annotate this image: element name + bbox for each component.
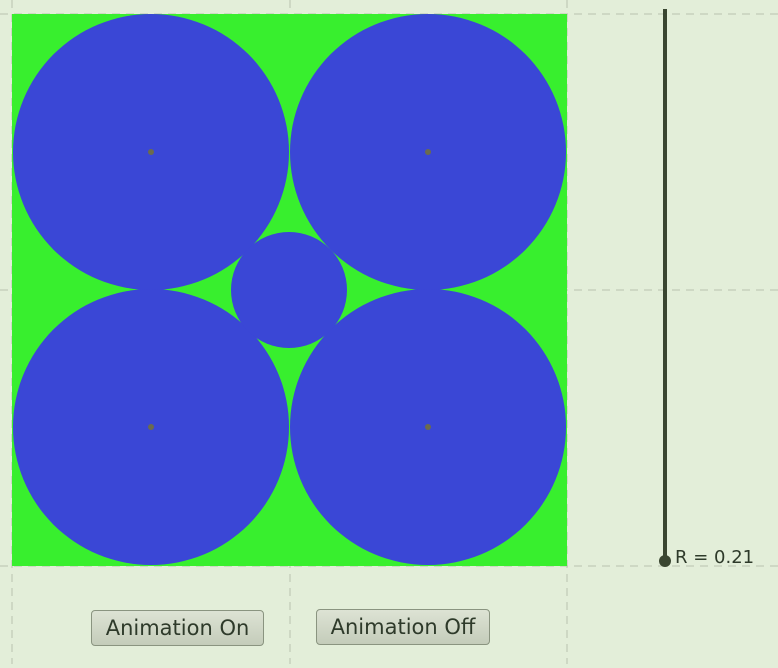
- animation-off-button[interactable]: Animation Off: [316, 609, 490, 645]
- slider-value-label: R = 0.21: [675, 547, 755, 568]
- geometry-canvas: [0, 0, 778, 664]
- center-point: [148, 424, 154, 430]
- small-circle-center: [231, 232, 347, 348]
- center-point: [425, 149, 431, 155]
- animation-on-button[interactable]: Animation On: [91, 610, 264, 646]
- center-point: [425, 424, 431, 430]
- center-point: [148, 149, 154, 155]
- slider-handle[interactable]: [659, 555, 671, 567]
- canvas-area: R = 0.21 Animation On Animation Off: [0, 0, 778, 664]
